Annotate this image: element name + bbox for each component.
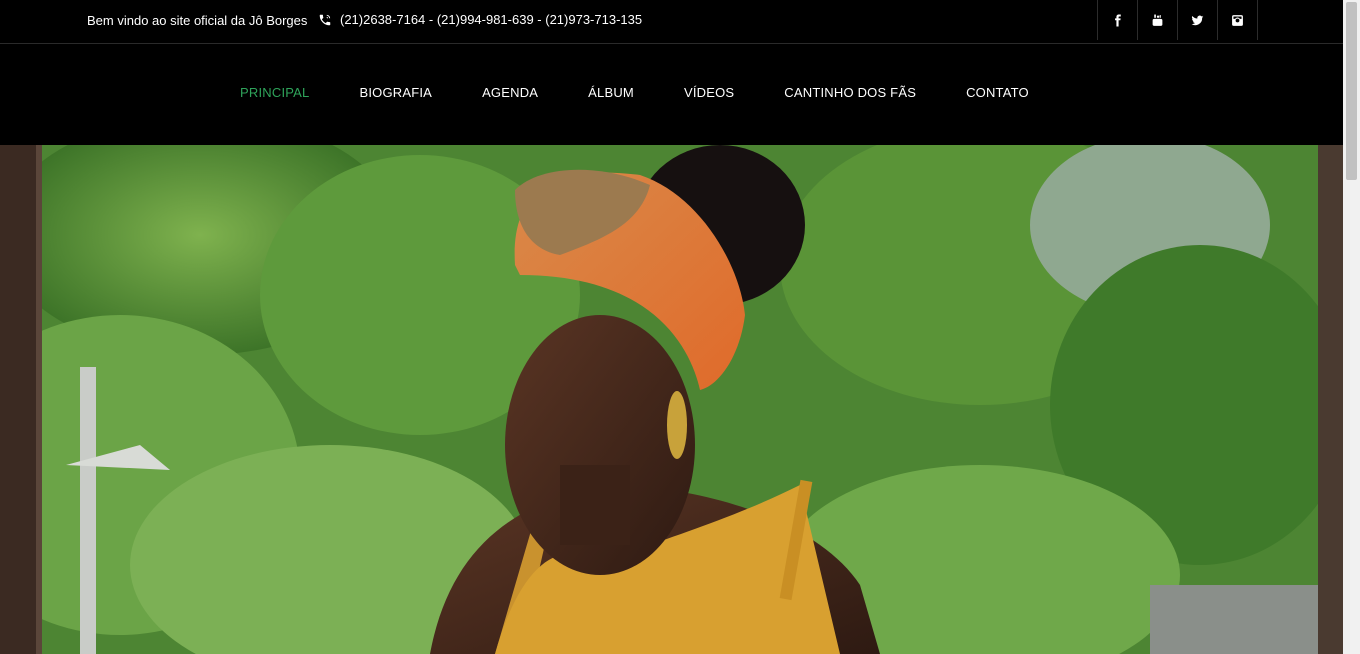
nav-item-agenda[interactable]: AGENDA xyxy=(482,85,538,100)
nav-item-cantinho-dos-fas[interactable]: CANTINHO DOS FÃS xyxy=(784,85,916,100)
scrollbar-thumb[interactable] xyxy=(1346,2,1357,180)
hero-image xyxy=(0,145,1343,654)
twitter-icon xyxy=(1191,15,1204,25)
nav-menu: PRINCIPAL BIOGRAFIA AGENDA ÁLBUM VÍDEOS … xyxy=(240,85,1079,100)
nav-item-album[interactable]: ÁLBUM xyxy=(588,85,634,100)
nav-item-contato[interactable]: CONTATO xyxy=(966,85,1029,100)
phone-info: (21)2638-7164 - (21)994-981-639 - (21)97… xyxy=(318,12,642,27)
youtube-icon xyxy=(1152,14,1163,26)
welcome-text: Bem vindo ao site oficial da Jô Borges xyxy=(87,13,308,28)
instagram-link[interactable] xyxy=(1218,0,1258,40)
facebook-icon xyxy=(1115,14,1121,26)
top-bar: Bem vindo ao site oficial da Jô Borges (… xyxy=(0,0,1343,44)
phone-icon xyxy=(319,14,331,25)
nav-item-videos[interactable]: VÍDEOS xyxy=(684,85,734,100)
twitter-link[interactable] xyxy=(1178,0,1218,40)
main-navigation: PRINCIPAL BIOGRAFIA AGENDA ÁLBUM VÍDEOS … xyxy=(0,44,1343,145)
facebook-link[interactable] xyxy=(1098,0,1138,40)
nav-item-principal[interactable]: PRINCIPAL xyxy=(240,85,309,100)
instagram-icon xyxy=(1232,14,1243,26)
phone-numbers: (21)2638-7164 - (21)994-981-639 - (21)97… xyxy=(340,12,643,27)
hero-photo xyxy=(0,145,1343,654)
scrollbar[interactable] xyxy=(1343,0,1360,654)
nav-item-biografia[interactable]: BIOGRAFIA xyxy=(359,85,432,100)
social-links xyxy=(1097,0,1258,40)
youtube-link[interactable] xyxy=(1138,0,1178,40)
